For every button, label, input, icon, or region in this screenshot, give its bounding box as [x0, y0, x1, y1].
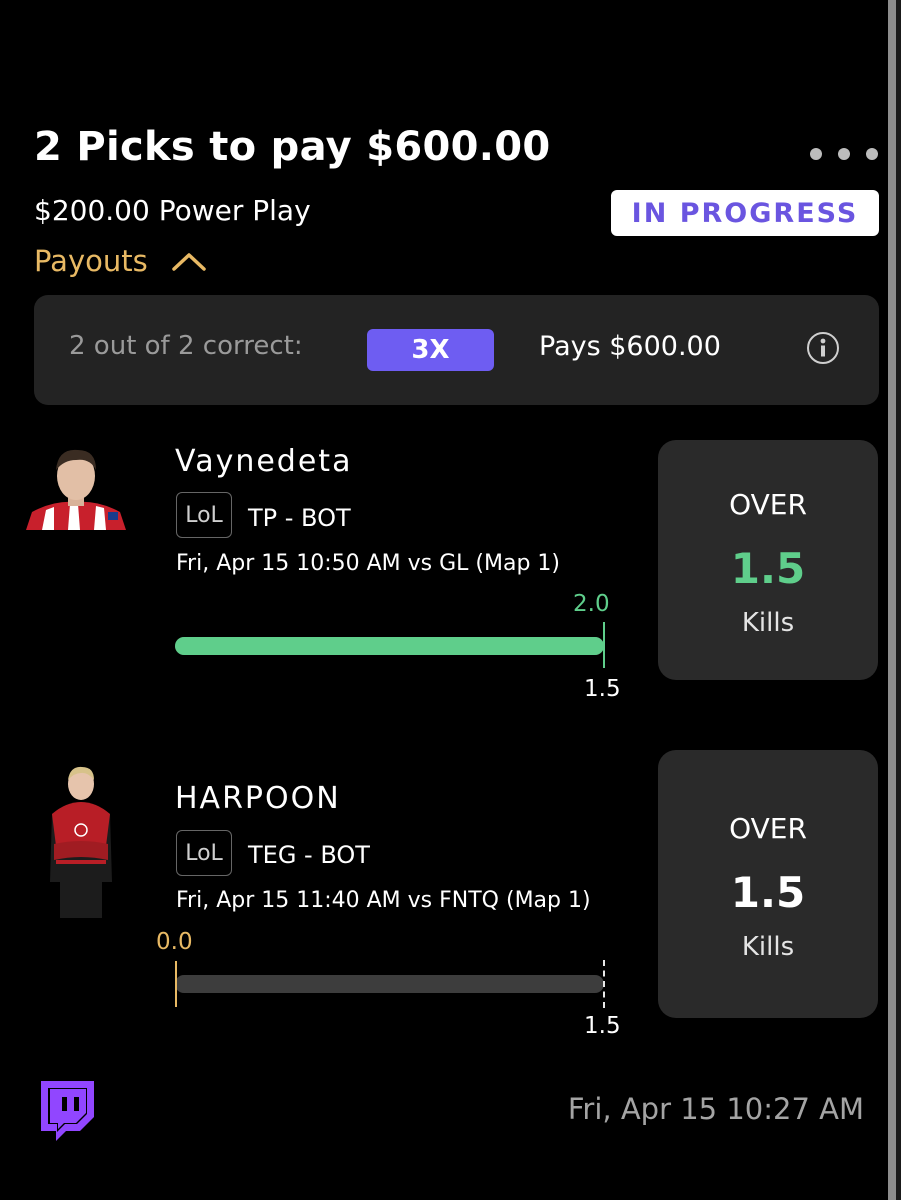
progress-fill	[175, 637, 604, 655]
status-badge: IN PROGRESS	[611, 190, 879, 236]
line-value-label: 1.5	[584, 1013, 621, 1039]
current-value: 0.0	[156, 929, 193, 955]
more-options-icon[interactable]	[810, 148, 878, 162]
projection-line: 1.5	[730, 544, 806, 593]
game-tag: LoL	[176, 830, 232, 876]
pick-direction: OVER	[729, 488, 807, 521]
player-name: Vaynedeta	[175, 444, 353, 479]
payouts-label: Payouts	[34, 244, 148, 278]
projection-card: OVER 1.5 Kills	[658, 750, 878, 1018]
entry-subtitle: $200.00 Power Play	[34, 194, 311, 227]
window-edge-shadow	[896, 0, 901, 1200]
line-marker	[603, 622, 605, 668]
player-name: HARPOON	[175, 781, 341, 816]
current-marker	[175, 961, 177, 1007]
line-value-label: 1.5	[584, 676, 621, 702]
progress-track	[175, 637, 604, 655]
stat-type: Kills	[741, 932, 795, 962]
progress-track	[175, 975, 604, 993]
twitch-icon[interactable]	[36, 1081, 94, 1147]
payouts-toggle[interactable]: Payouts	[34, 244, 206, 278]
pick-direction: OVER	[729, 812, 807, 845]
player-avatar	[24, 440, 128, 530]
entry-title: 2 Picks to pay $600.00	[34, 124, 551, 170]
line-marker	[603, 960, 605, 1008]
current-value: 2.0	[573, 591, 610, 617]
info-icon[interactable]	[807, 332, 839, 364]
match-schedule: Fri, Apr 15 10:50 AM vs GL (Map 1)	[176, 551, 561, 576]
stat-type: Kills	[741, 608, 795, 638]
chevron-up-icon	[171, 253, 206, 271]
window-edge	[888, 0, 896, 1200]
game-tag: LoL	[176, 492, 232, 538]
multiplier-badge: 3X	[367, 329, 494, 371]
projection-line: 1.5	[730, 868, 806, 917]
team-position: TP - BOT	[248, 504, 351, 532]
projection-card: OVER 1.5 Kills	[658, 440, 878, 680]
team-position: TEG - BOT	[248, 841, 370, 869]
payout-summary: 2 out of 2 correct: 3X Pays $600.00	[34, 295, 879, 405]
timestamp: Fri, Apr 15 10:27 AM	[567, 1092, 864, 1126]
match-schedule: Fri, Apr 15 11:40 AM vs FNTQ (Map 1)	[176, 888, 591, 913]
correct-count: 2 out of 2 correct:	[69, 331, 303, 361]
payout-amount: Pays $600.00	[539, 331, 721, 362]
player-avatar	[46, 764, 116, 918]
